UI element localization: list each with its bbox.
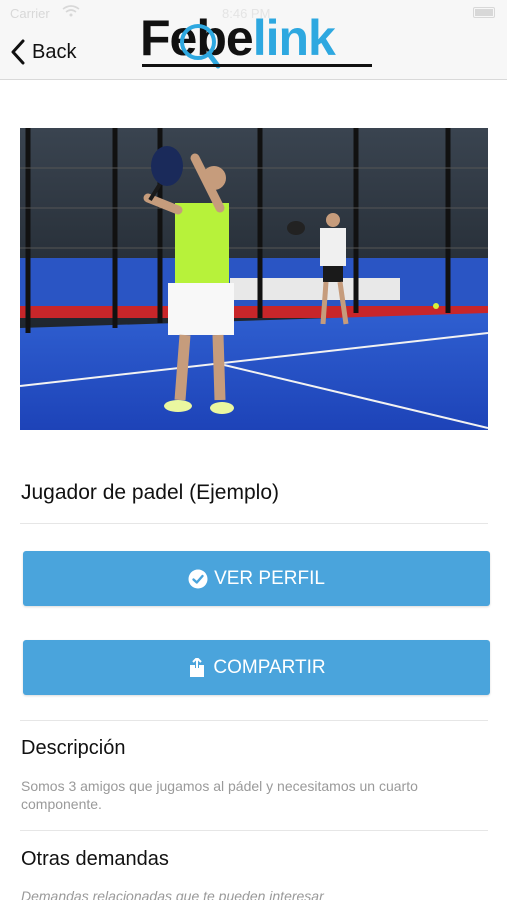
chevron-left-icon bbox=[11, 39, 25, 65]
padel-photo bbox=[20, 128, 488, 430]
logo-underline bbox=[142, 64, 372, 67]
share-label: COMPARTIR bbox=[213, 656, 326, 678]
battery-icon bbox=[473, 7, 495, 18]
description-text: Somos 3 amigos que jugamos al pádel y ne… bbox=[21, 778, 418, 812]
share-button[interactable]: COMPARTIR bbox=[23, 640, 490, 695]
status-carrier: Carrier bbox=[10, 6, 50, 21]
app-logo: Febelink bbox=[140, 8, 376, 72]
logo-part-brand: link bbox=[252, 10, 336, 66]
hero-image bbox=[20, 128, 488, 430]
divider bbox=[20, 830, 488, 831]
wifi-icon bbox=[62, 5, 80, 17]
logo-part-dark: Febe bbox=[140, 10, 254, 66]
related-subtitle: Demandas relacionadas que te pueden inte… bbox=[21, 888, 324, 900]
description-heading: Descripción bbox=[21, 737, 126, 759]
check-circle-icon bbox=[188, 569, 208, 588]
divider bbox=[20, 720, 488, 721]
divider bbox=[20, 523, 488, 524]
view-profile-label: VER PERFIL bbox=[214, 567, 325, 589]
navigation-bar: Carrier 8:46 PM Back Febelink bbox=[0, 0, 507, 80]
related-heading: Otras demandas bbox=[21, 848, 169, 870]
item-title: Jugador de padel (Ejemplo) bbox=[21, 481, 279, 504]
view-profile-button[interactable]: VER PERFIL bbox=[23, 551, 490, 606]
back-button[interactable]: Back bbox=[10, 36, 76, 68]
back-label: Back bbox=[32, 40, 77, 63]
share-icon bbox=[190, 657, 205, 677]
